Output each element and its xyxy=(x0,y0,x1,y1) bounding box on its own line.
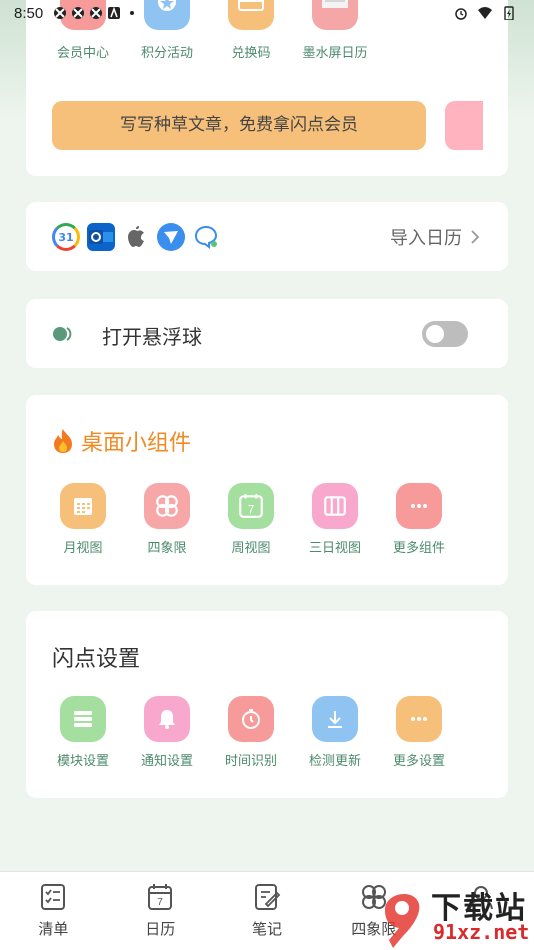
setting-time-recognition[interactable]: 时间识别 xyxy=(209,696,293,769)
more-icon xyxy=(396,483,442,529)
widgets-title: 桌面小组件 xyxy=(52,425,191,457)
google-calendar-number: 31 xyxy=(58,230,74,244)
calendar-glyph: 7 xyxy=(157,897,163,908)
toggle-knob xyxy=(426,325,444,343)
setting-label: 更多设置 xyxy=(392,754,445,769)
widget-label: 更多组件 xyxy=(392,541,445,556)
quick-action-label: 墨水屏日历 xyxy=(302,46,368,61)
nav-label: 清单 xyxy=(38,920,69,938)
module-settings-icon xyxy=(60,696,106,742)
download-icon xyxy=(312,696,358,742)
quick-action-label: 会员中心 xyxy=(56,46,109,61)
chevron-right-icon xyxy=(471,230,480,244)
widget-label: 四象限 xyxy=(147,541,187,556)
apple-icon xyxy=(122,223,150,251)
settings-title: 闪点设置 xyxy=(52,647,141,672)
widget-four-quadrant[interactable]: 四象限 xyxy=(125,483,209,556)
floating-ball-label: 打开悬浮球 xyxy=(102,325,202,349)
week-view-icon: 7 xyxy=(228,483,274,529)
watermark-91-icon xyxy=(385,893,420,948)
quick-actions-card: 会员中心 积分活动 兑换码 墨水屏日历 写写种草文章，免费拿闪点会员 xyxy=(26,0,508,176)
notification-icon xyxy=(72,7,85,19)
notification-icon xyxy=(54,7,67,19)
promo-banner-next[interactable] xyxy=(445,101,483,150)
nav-item-calendar[interactable]: 7 日历 xyxy=(107,872,214,950)
nav-label: 笔记 xyxy=(251,920,282,938)
widget-label: 周视图 xyxy=(231,541,271,556)
month-view-icon xyxy=(60,483,106,529)
watermark-logo: 下载站 91xz.net xyxy=(375,880,534,950)
widgets-card: 桌面小组件 月视图 四象限 7 周视图 三日视图 更多组件 xyxy=(26,395,508,585)
promo-banner[interactable]: 写写种草文章，免费拿闪点会员 xyxy=(52,101,426,150)
setting-label: 模块设置 xyxy=(56,754,109,769)
import-calendar-label: 导入日历 xyxy=(390,228,462,249)
widget-month-view[interactable]: 月视图 xyxy=(41,483,125,556)
calendar-icon: 7 xyxy=(148,884,173,910)
app-notification-icon xyxy=(108,6,121,19)
floating-ball-icon xyxy=(53,327,72,341)
widget-three-day-view[interactable]: 三日视图 xyxy=(293,483,377,556)
quick-action-label: 积分活动 xyxy=(140,46,193,61)
outlook-icon xyxy=(87,223,115,251)
google-calendar-icon: 31 xyxy=(52,223,80,251)
setting-module[interactable]: 模块设置 xyxy=(41,696,125,769)
week-view-glyph: 7 xyxy=(248,503,255,517)
nav-item-checklist[interactable]: 清单 xyxy=(0,872,107,950)
status-time: 8:50 xyxy=(14,4,44,22)
floating-ball-card: 打开悬浮球 xyxy=(26,299,508,368)
status-bar: 8:50 xyxy=(0,0,534,26)
widget-week-view[interactable]: 7 周视图 xyxy=(209,483,293,556)
notification-icon xyxy=(90,7,103,19)
widgets-title-text: 桌面小组件 xyxy=(81,431,192,456)
dot-icon xyxy=(130,11,135,15)
import-calendar-link[interactable]: 导入日历 xyxy=(390,224,480,250)
widget-more[interactable]: 更多组件 xyxy=(377,483,461,556)
widget-label: 三日视图 xyxy=(308,541,361,556)
battery-icon xyxy=(504,6,514,20)
watermark-url: 91xz.net xyxy=(433,920,530,944)
setting-notification[interactable]: 通知设置 xyxy=(125,696,209,769)
three-day-view-icon xyxy=(312,483,358,529)
setting-label: 时间识别 xyxy=(224,754,277,769)
nav-item-notes[interactable]: 笔记 xyxy=(214,872,321,950)
note-icon xyxy=(254,884,281,910)
feishu-icon xyxy=(157,223,185,251)
setting-label: 检测更新 xyxy=(308,754,361,769)
widget-label: 月视图 xyxy=(63,541,103,556)
bell-icon xyxy=(144,696,190,742)
more-icon xyxy=(396,696,442,742)
alarm-icon xyxy=(455,8,467,20)
import-calendar-card[interactable]: 31 导入日历 xyxy=(26,202,508,271)
fire-icon xyxy=(54,429,72,453)
nav-label: 日历 xyxy=(145,920,176,938)
quick-action-label: 兑换码 xyxy=(231,46,271,61)
setting-more[interactable]: 更多设置 xyxy=(377,696,461,769)
stopwatch-icon xyxy=(228,696,274,742)
wifi-icon xyxy=(478,7,492,19)
dingtalk-icon xyxy=(192,223,220,251)
settings-card: 闪点设置 模块设置 通知设置 时间识别 检测更新 更多设置 xyxy=(26,611,508,798)
checklist-icon xyxy=(41,884,66,910)
four-quadrant-icon xyxy=(144,483,190,529)
floating-ball-toggle[interactable] xyxy=(422,321,468,347)
setting-label: 通知设置 xyxy=(140,754,193,769)
setting-check-update[interactable]: 检测更新 xyxy=(293,696,377,769)
